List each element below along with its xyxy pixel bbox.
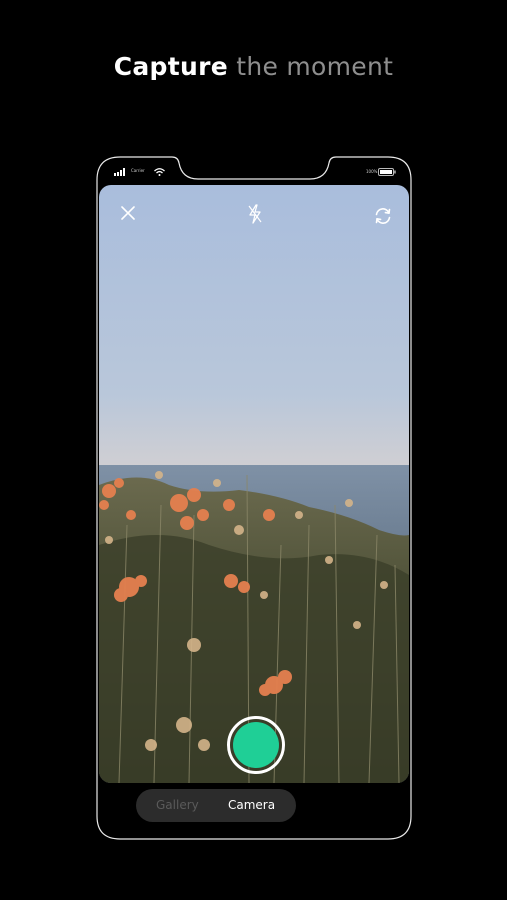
switch-camera-button[interactable] <box>369 202 397 230</box>
tab-gallery[interactable]: Gallery <box>156 789 199 822</box>
status-right-text: 100% <box>366 169 378 174</box>
close-button[interactable] <box>114 199 142 227</box>
headline-strong: Capture <box>113 52 228 81</box>
flash-off-icon <box>248 204 262 224</box>
close-icon <box>121 206 135 220</box>
battery-icon <box>378 168 396 176</box>
camera-preview-image <box>99 185 409 783</box>
flash-toggle-button[interactable] <box>241 200 269 228</box>
mode-switch: Gallery Camera <box>136 789 296 822</box>
tab-camera[interactable]: Camera <box>228 789 275 822</box>
status-carrier: Carrier <box>131 168 145 173</box>
wifi-icon <box>154 168 165 176</box>
shutter-button-inner <box>233 722 279 768</box>
phone-mockup: Carrier 100% Gallery Camera <box>96 156 412 840</box>
headline-muted: the moment <box>227 52 394 81</box>
shutter-button[interactable] <box>227 716 285 774</box>
switch-camera-icon <box>375 208 391 224</box>
signal-icon <box>114 168 125 176</box>
camera-viewfinder[interactable] <box>99 185 409 783</box>
headline: Capture the moment <box>0 52 507 81</box>
